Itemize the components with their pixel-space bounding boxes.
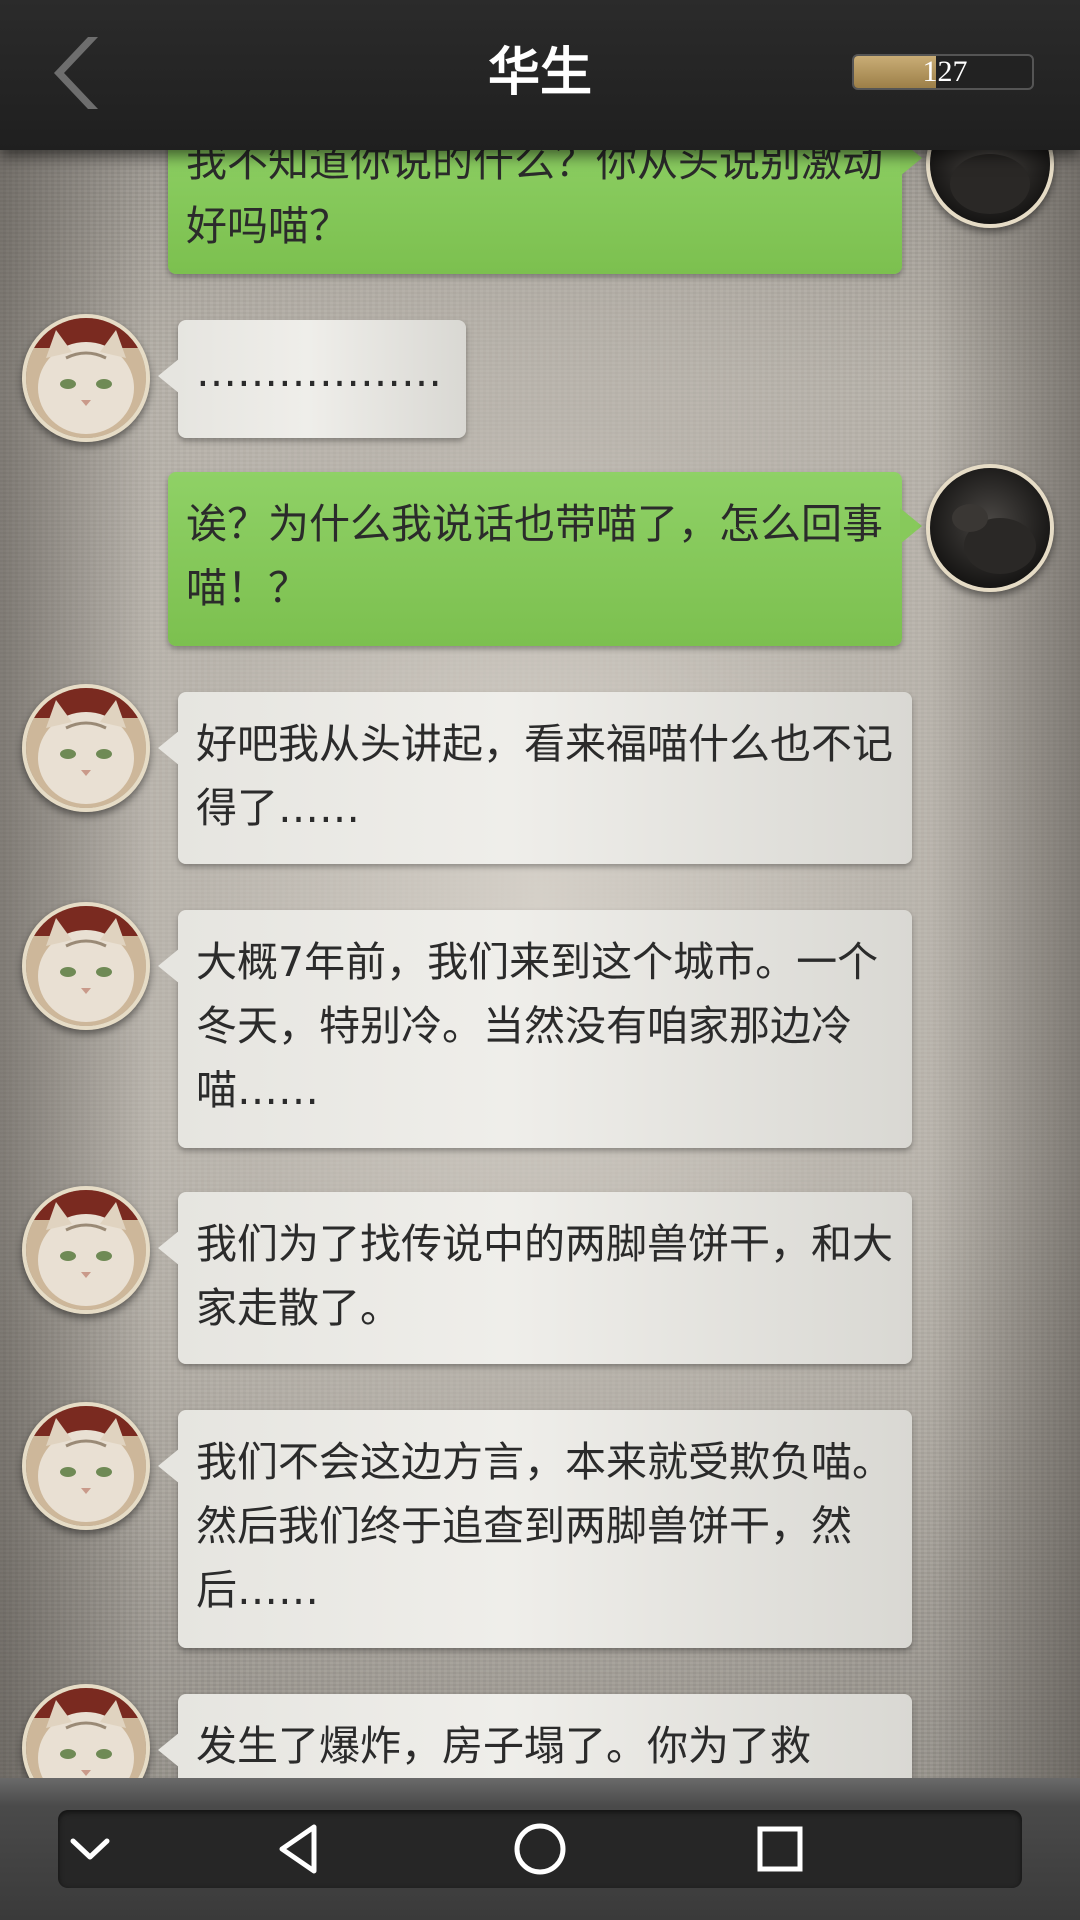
message-bubble: 我们为了找传说中的两脚兽饼干，和大家走散了。 — [158, 1192, 912, 1364]
tabby-cat-avatar-icon — [26, 1406, 146, 1526]
tabby-cat-avatar-icon — [26, 906, 146, 1026]
page-title: 华生 — [487, 42, 592, 103]
bubble-tail — [158, 1448, 180, 1484]
message-text: 我不知道你说的什么？你从头说别激动好吗喵？ — [186, 150, 883, 250]
bubble-tail — [158, 358, 180, 394]
message-text: ……………… — [196, 348, 442, 396]
home-button[interactable] — [480, 1810, 600, 1888]
avatar-cat[interactable] — [22, 314, 150, 442]
avatar-cat[interactable] — [22, 1684, 150, 1778]
chevron-left-icon — [54, 37, 98, 109]
back-button[interactable] — [40, 28, 120, 118]
bubble-tail — [158, 1230, 180, 1266]
bubble-tail — [158, 1732, 180, 1768]
top-bar: 华生 127 — [0, 0, 1080, 150]
message-bubble: 好吧我从头讲起，看来福喵什么也不记得了…… — [158, 692, 912, 864]
message-text: 诶？为什么我说话也带喵了，怎么回事喵！？ — [186, 500, 883, 612]
avatar-cat[interactable] — [22, 684, 150, 812]
avatar-cat[interactable] — [22, 902, 150, 1030]
message-text: 好吧我从头讲起，看来福喵什么也不记得了…… — [196, 720, 893, 832]
message-bubble: 大概7年前，我们来到这个城市。一个冬天，特别冷。当然没有咱家那边冷喵…… — [158, 910, 912, 1148]
avatar-cat[interactable] — [22, 1186, 150, 1314]
triangle-back-icon — [279, 1824, 317, 1874]
tabby-cat-avatar-icon — [26, 1688, 146, 1778]
collapse-button[interactable] — [30, 1810, 150, 1888]
avatar-self[interactable] — [926, 150, 1054, 228]
tabby-cat-avatar-icon — [26, 688, 146, 808]
nav-back-button[interactable] — [240, 1810, 360, 1888]
message-bubble: 发生了爆炸，房子塌了。你为了救 — [158, 1694, 912, 1778]
bubble-tail — [900, 150, 922, 176]
bubble-tail — [158, 948, 180, 984]
bubble-tail — [900, 508, 922, 544]
chevron-down-icon — [70, 1838, 110, 1860]
score-value: 127 — [922, 55, 968, 88]
message-bubble: 诶？为什么我说话也带喵了，怎么回事喵！？ — [168, 472, 922, 646]
message-bubble: 我不知道你说的什么？你从头说别激动好吗喵？ — [168, 150, 922, 274]
avatar-cat[interactable] — [22, 1402, 150, 1530]
black-cat-avatar-icon — [930, 150, 1050, 224]
message-text: 我们不会这边方言，本来就受欺负喵。然后我们终于追查到两脚兽饼干，然后…… — [196, 1438, 893, 1614]
tabby-cat-avatar-icon — [26, 1190, 146, 1310]
black-cat-avatar-icon — [930, 468, 1050, 588]
avatar-self[interactable] — [926, 464, 1054, 592]
circle-home-icon — [514, 1823, 566, 1875]
message-bubble: ……………… — [158, 320, 466, 438]
message-bubble: 我们不会这边方言，本来就受欺负喵。然后我们终于追查到两脚兽饼干，然后…… — [158, 1410, 912, 1648]
chat-area[interactable]: 我不知道你说的什么？你从头说别激动好吗喵？ ……………… 诶？为什么我说话也带喵… — [0, 150, 1080, 1778]
score-bar: 127 — [852, 54, 1034, 90]
recents-button[interactable] — [720, 1810, 840, 1888]
bubble-tail — [158, 730, 180, 766]
square-recents-icon — [757, 1826, 803, 1872]
message-text: 大概7年前，我们来到这个城市。一个冬天，特别冷。当然没有咱家那边冷喵…… — [196, 938, 879, 1114]
message-text: 发生了爆炸，房子塌了。你为了救 — [196, 1722, 811, 1770]
message-text: 我们为了找传说中的两脚兽饼干，和大家走散了。 — [196, 1220, 893, 1332]
tabby-cat-avatar-icon — [26, 318, 146, 438]
